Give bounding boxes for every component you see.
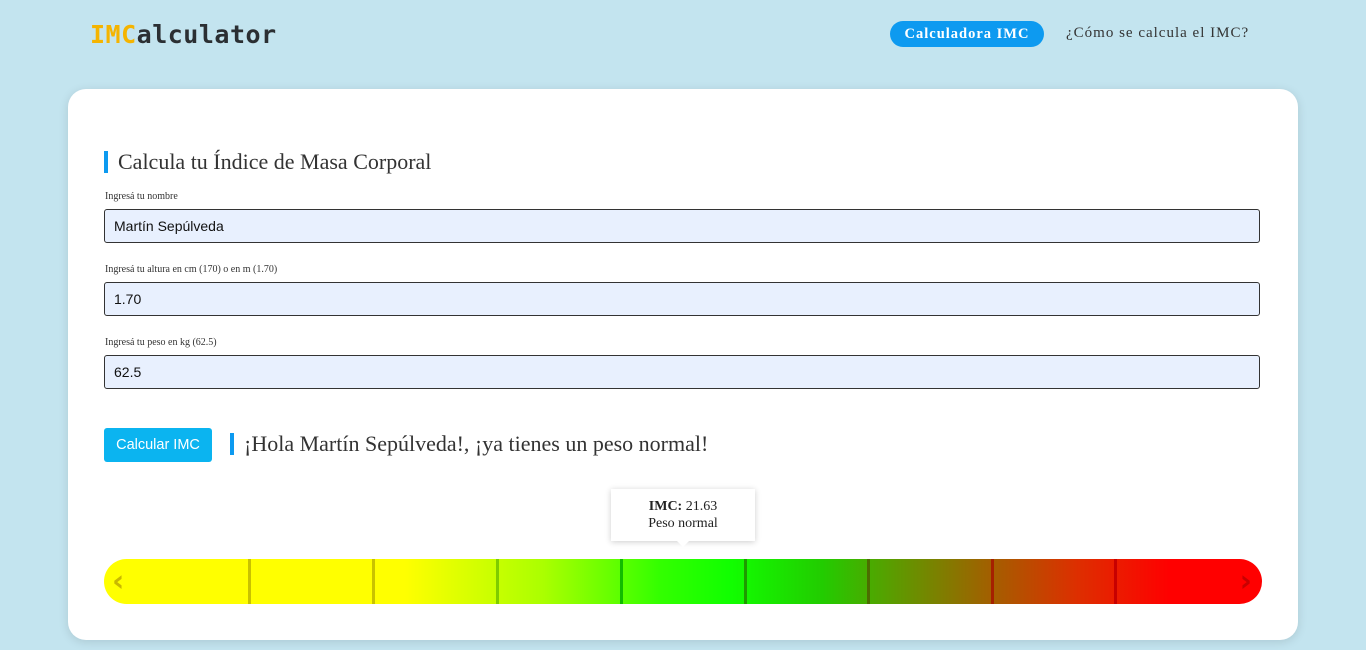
height-input[interactable]: 1.70 [104, 282, 1260, 316]
nav-how-calculated-link[interactable]: ¿Cómo se calcula el IMC? [1066, 25, 1249, 42]
logo[interactable]: IMCalculator [90, 20, 277, 49]
imc-value: 21.63 [685, 499, 718, 514]
scale-tick [1114, 559, 1117, 604]
scale-tick [620, 559, 623, 604]
scale-tick [744, 559, 747, 604]
calculator-card: Calcula tu Índice de Masa Corporal Ingre… [68, 89, 1298, 640]
page-title: Calcula tu Índice de Masa Corporal [104, 151, 431, 173]
chevron-right-icon[interactable]: › [1240, 559, 1252, 604]
scale-tick [248, 559, 251, 604]
height-label: Ingresá tu altura en cm (170) o en m (1.… [105, 264, 278, 275]
logo-rest-text: alculator [136, 20, 277, 49]
chevron-left-icon[interactable]: ‹ [112, 559, 124, 604]
nav-calculator-button[interactable]: Calculadora IMC [890, 21, 1044, 47]
imc-scale-bar: ‹ › [104, 559, 1262, 604]
scale-tick [496, 559, 499, 604]
weight-label: Ingresá tu peso en kg (62.5) [105, 337, 217, 348]
result-message: ¡Hola Martín Sepúlveda!, ¡ya tienes un p… [230, 433, 708, 455]
scale-tick [991, 559, 994, 604]
imc-category: Peso normal [648, 516, 718, 531]
imc-tooltip: IMC: 21.63 Peso normal [611, 489, 755, 547]
name-input[interactable]: Martín Sepúlveda [104, 209, 1260, 243]
scale-tick [372, 559, 375, 604]
weight-input[interactable]: 62.5 [104, 355, 1260, 389]
scale-tick [867, 559, 870, 604]
imc-label: IMC: [648, 499, 683, 514]
calculate-imc-button[interactable]: Calcular IMC [104, 428, 212, 462]
name-label: Ingresá tu nombre [105, 191, 178, 202]
logo-imc-text: IMC [90, 20, 137, 49]
